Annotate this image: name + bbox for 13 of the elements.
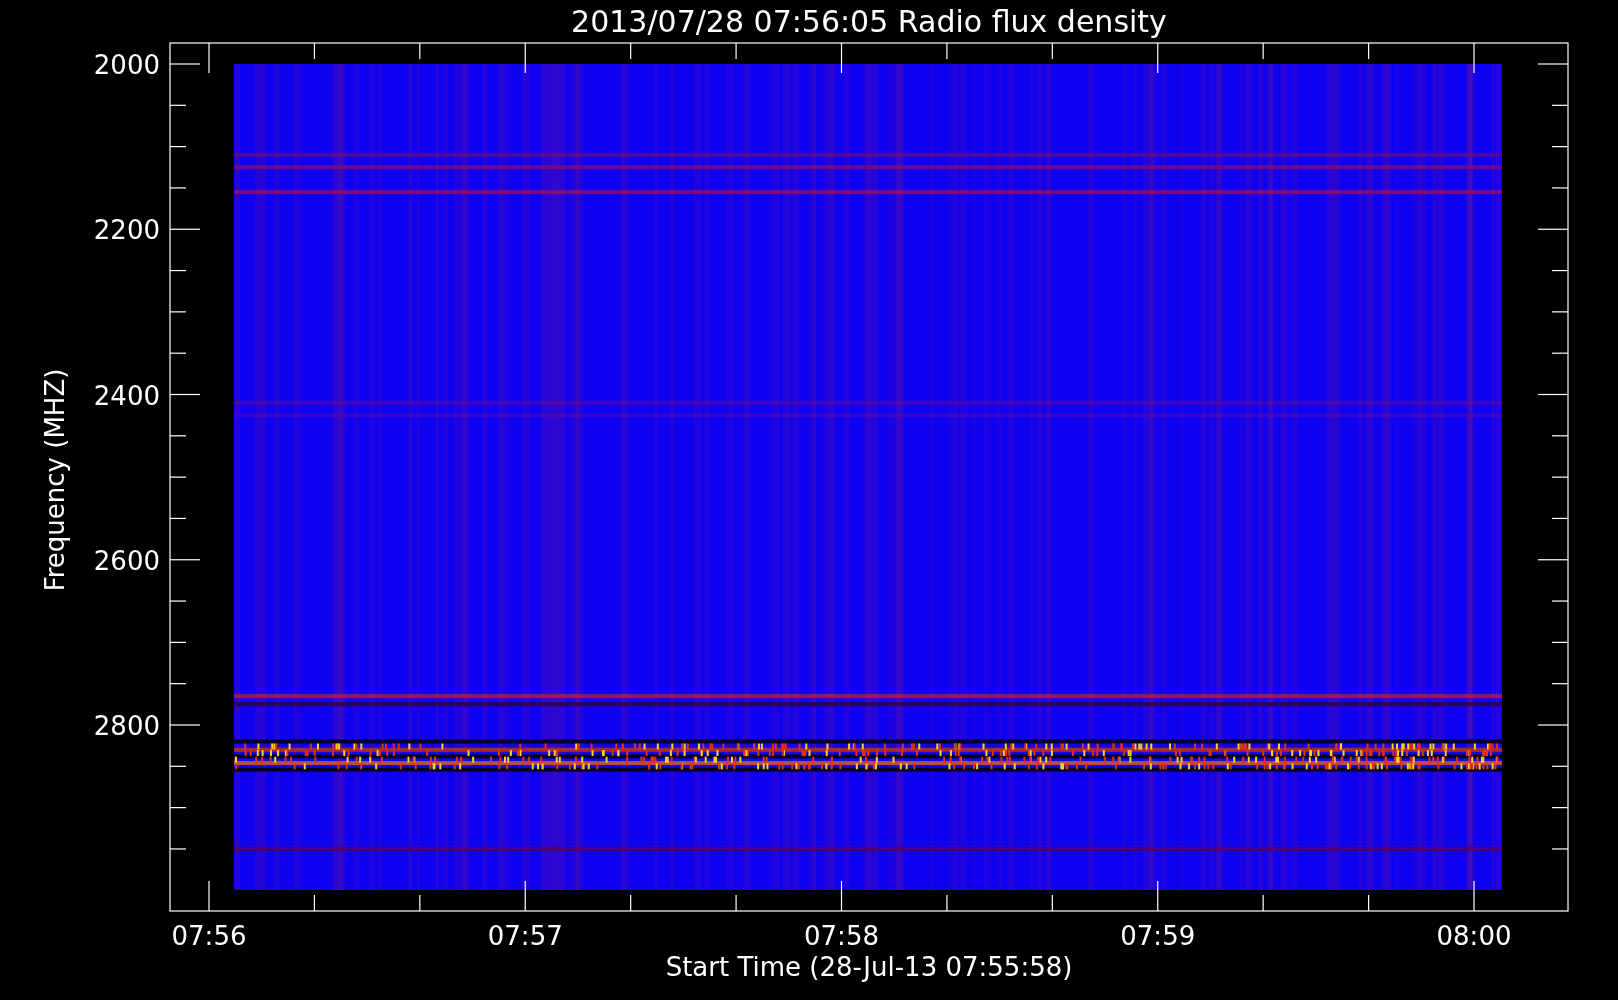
x-tick-label: 07:57 <box>487 921 563 951</box>
y-tick-label: 2800 <box>93 711 160 741</box>
x-tick-label: 07:58 <box>804 921 879 951</box>
x-axis-label: Start Time (28-Jul-13 07:55:58) <box>665 952 1073 982</box>
y-axis-label: Frequency (MHZ) <box>40 368 70 592</box>
y-tick-label: 2400 <box>93 380 160 411</box>
y-tick-label: 2600 <box>93 545 160 576</box>
x-tick-label: 07:59 <box>1120 921 1196 951</box>
y-tick-label: 2200 <box>93 215 160 246</box>
x-tick-label: 07:56 <box>171 921 247 951</box>
plot-title: 2013/07/28 07:56:05 Radio flux density <box>571 4 1167 39</box>
x-tick-label: 08:00 <box>1436 921 1512 951</box>
y-tick-label: 2000 <box>93 50 160 80</box>
